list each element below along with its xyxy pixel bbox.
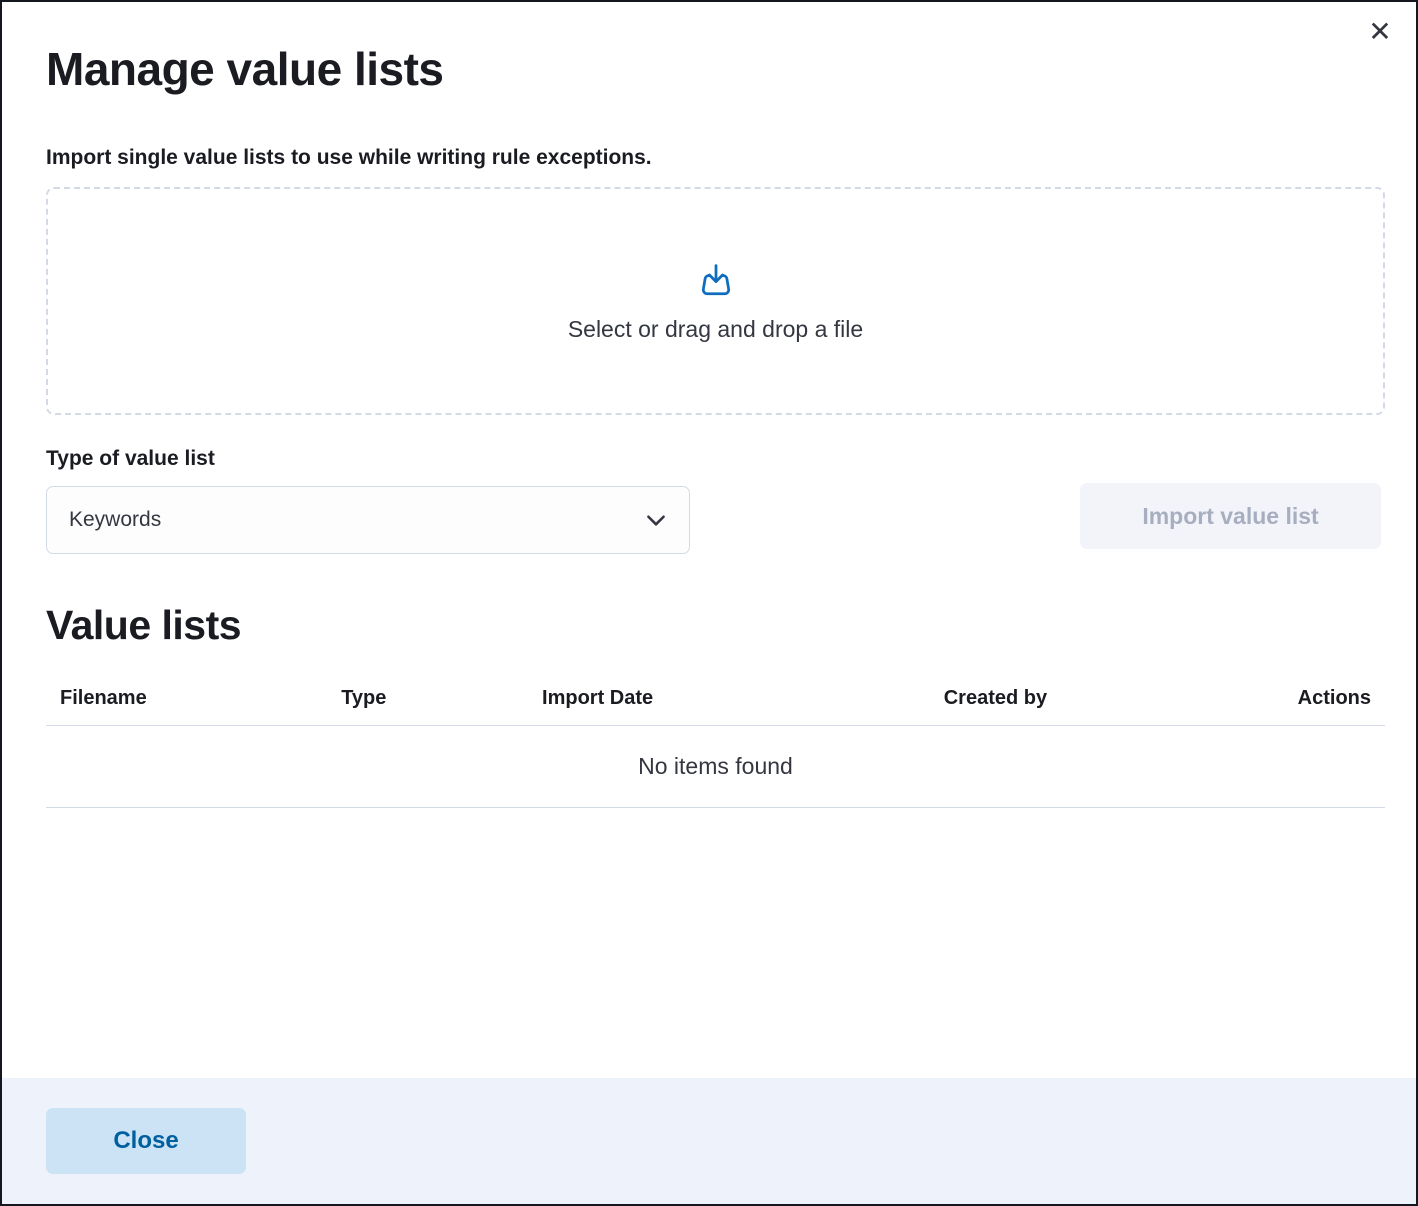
import-value-list-button[interactable]: Import value list [1080,483,1381,549]
column-header-created-by: Created by [930,671,1265,726]
empty-state-message: No items found [46,726,1385,808]
import-file-icon [696,260,736,300]
file-dropzone[interactable]: Select or drag and drop a file [46,187,1385,415]
import-controls-row: Type of value list Keywords Import value… [46,447,1381,554]
modal-body: Manage value lists Import single value l… [2,2,1416,808]
column-header-actions: Actions [1264,671,1385,726]
column-header-filename: Filename [46,671,327,726]
type-select-group: Type of value list Keywords [46,447,690,554]
empty-state-row: No items found [46,726,1385,808]
close-button[interactable]: Close [46,1108,246,1174]
modal-footer: Close [2,1078,1416,1204]
value-list-type-select[interactable]: Keywords [46,486,690,554]
chevron-down-icon [643,507,669,533]
table-header-row: Filename Type Import Date Created by Act… [46,671,1385,726]
manage-value-lists-modal: { "modal": { "title": "Manage value list… [0,0,1418,1206]
close-icon[interactable]: ✕ [1360,12,1400,52]
column-header-type: Type [327,671,528,726]
modal-description: Import single value lists to use while w… [46,146,1381,170]
value-lists-heading: Value lists [46,602,1381,649]
value-lists-table: Filename Type Import Date Created by Act… [46,671,1385,808]
modal-title: Manage value lists [46,2,1381,96]
column-header-import-date: Import Date [528,671,930,726]
dropzone-label: Select or drag and drop a file [568,316,863,343]
selected-type-value: Keywords [69,508,161,532]
type-select-label: Type of value list [46,447,690,471]
